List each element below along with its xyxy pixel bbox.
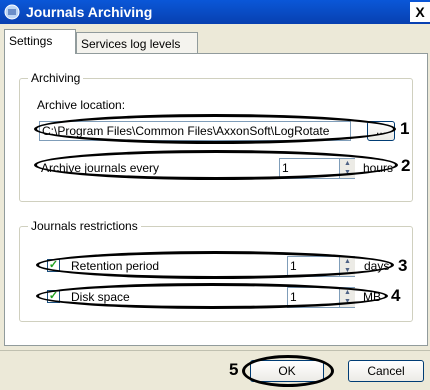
callout-number: 5 [229,360,239,379]
tab-settings[interactable]: Settings [4,29,76,54]
window-title: Journals Archiving [26,4,153,20]
stepper-up-icon[interactable]: ▲ [340,257,355,266]
callout-number: 1 [400,119,410,138]
retention-label: Retention period [71,259,160,273]
stepper-up-icon[interactable]: ▲ [340,159,355,168]
stepper-down-icon[interactable]: ▼ [340,168,355,177]
ok-button[interactable]: OK [250,360,324,382]
app-icon [4,4,20,20]
archive-location-label: Archive location: [37,98,126,112]
stepper-down-icon[interactable]: ▼ [340,297,355,306]
stepper-down-icon[interactable]: ▼ [340,266,355,275]
callout-number: 2 [401,156,411,175]
archive-every-unit: hours [363,161,394,175]
title-bar: Journals Archiving X [0,0,430,24]
journals-archiving-window: Journals Archiving X Settings Services l… [0,0,430,390]
callout-number: 4 [391,286,401,305]
browse-button[interactable]: ... [367,121,395,141]
callout-number: 3 [398,256,408,275]
archive-every-label: Archive journals every [41,161,160,175]
disk-space-stepper[interactable]: ▲ ▼ [339,288,355,307]
disk-space-checkbox[interactable]: ✓ [47,290,60,303]
disk-space-label: Disk space [71,290,130,304]
restrictions-group-label: Journals restrictions [28,219,141,233]
cancel-button[interactable]: Cancel [348,360,424,382]
settings-panel: Archiving Archive location: C:\Program F… [4,53,428,346]
archive-location-field[interactable]: C:\Program Files\Common Files\AxxonSoft\… [39,121,351,141]
stepper-up-icon[interactable]: ▲ [340,288,355,297]
archive-every-stepper[interactable]: ▲ ▼ [339,159,355,178]
retention-stepper[interactable]: ▲ ▼ [339,257,355,276]
retention-checkbox[interactable]: ✓ [47,259,60,272]
retention-unit: days [364,259,390,273]
disk-space-unit: MB [363,290,381,304]
archiving-group-label: Archiving [28,71,84,85]
close-button[interactable]: X [410,2,430,22]
tab-services-log-levels[interactable]: Services log levels [76,32,198,54]
